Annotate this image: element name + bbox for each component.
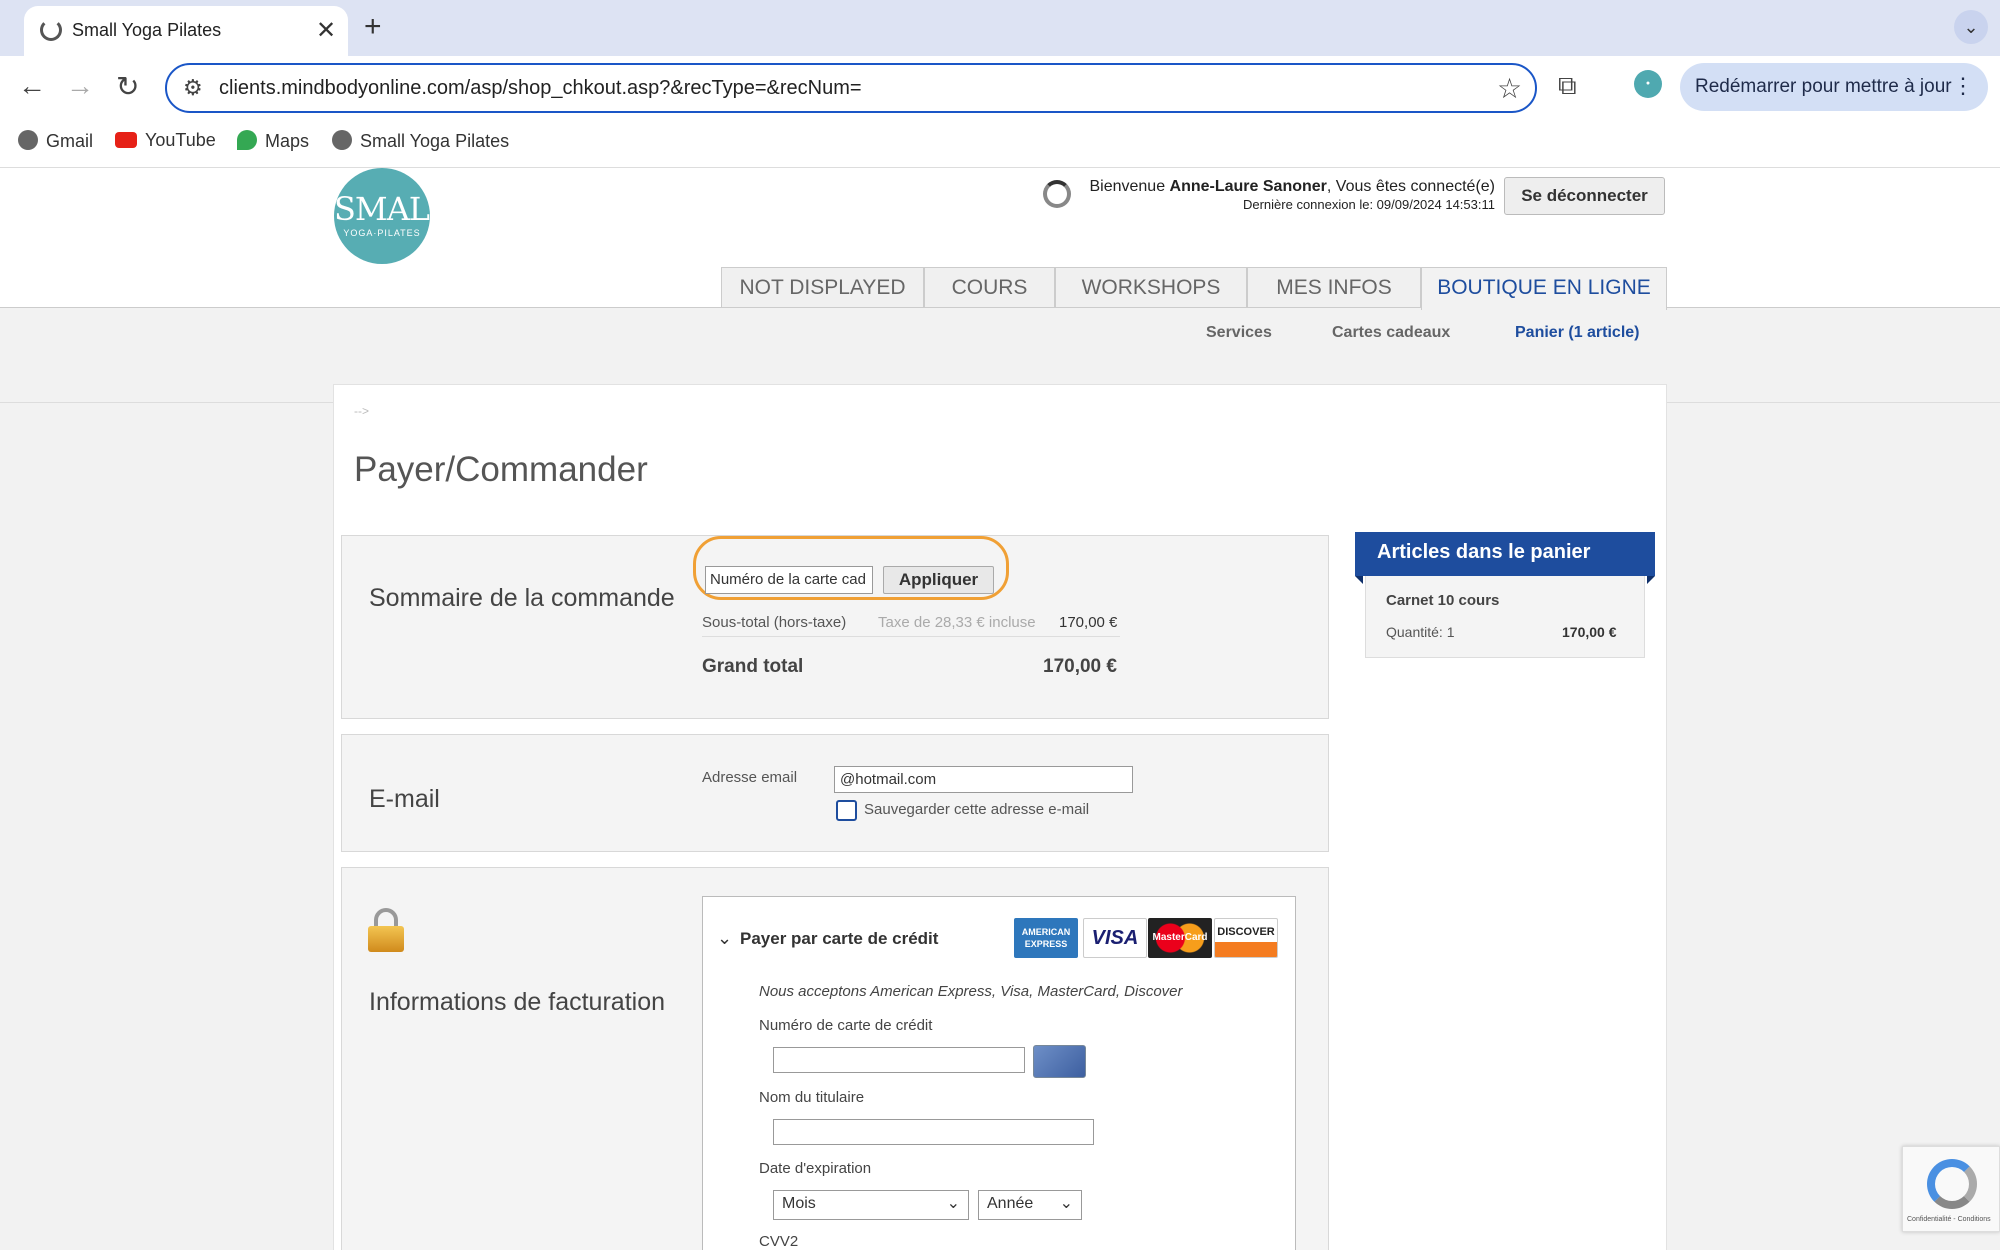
profile-avatar[interactable]: ●	[1634, 70, 1662, 98]
sublink-gift-cards[interactable]: Cartes cadeaux	[1332, 324, 1450, 342]
tab-title: Small Yoga Pilates	[72, 20, 222, 40]
more-menu-icon[interactable]: ⋮	[1952, 73, 1974, 99]
youtube-icon	[115, 132, 137, 148]
tab-mes-infos[interactable]: MES INFOS	[1247, 267, 1421, 308]
welcome-message: Bienvenue Anne-Laure Sanoner, Vous êtes …	[1043, 178, 1495, 208]
tab-workshops[interactable]: WORKSHOPS	[1055, 267, 1247, 308]
back-arrow-icon[interactable]: ←	[18, 70, 46, 102]
cart-item-name: Carnet 10 cours	[1386, 592, 1500, 609]
page-title: Payer/Commander	[354, 450, 648, 489]
site-logo[interactable]: SMALL YOGA·PILATES	[334, 168, 450, 264]
grand-total-label: Grand total	[702, 656, 804, 677]
recaptcha-badge[interactable]: Confidentialité - Conditions	[1902, 1146, 2000, 1232]
bookmark-youtube[interactable]: YouTube	[115, 130, 216, 151]
holder-input[interactable]	[773, 1119, 1094, 1145]
mastercard-logo: MasterCard	[1148, 918, 1212, 958]
chevron-down-icon: ⌄	[946, 1195, 960, 1212]
card-number-label: Numéro de carte de crédit	[759, 1017, 933, 1034]
recaptcha-icon	[1927, 1159, 1977, 1209]
email-heading: E-mail	[369, 785, 440, 813]
browser-tab[interactable]: Small Yoga Pilates ✕	[24, 6, 348, 56]
expiry-year-select[interactable]: Année ⌄	[978, 1190, 1082, 1220]
email-label: Adresse email	[702, 769, 798, 786]
chevron-down-icon[interactable]: ⌄	[717, 928, 732, 949]
chevron-down-icon: ⌄	[1059, 1195, 1073, 1212]
url-text: clients.mindbodyonline.com/asp/shop_chko…	[219, 77, 862, 99]
ribbon-fold-right	[1647, 576, 1655, 584]
bookmark-gmail[interactable]: Gmail	[18, 130, 93, 152]
address-bar[interactable]: ⚙ clients.mindbodyonline.com/asp/shop_ch…	[165, 63, 1537, 113]
bookmark-star-icon[interactable]: ☆	[1497, 72, 1522, 105]
loading-spinner-icon	[40, 19, 62, 41]
save-email-checkbox[interactable]	[836, 800, 857, 821]
expiry-label: Date d'expiration	[759, 1160, 872, 1177]
cvv-label: CVV2	[759, 1233, 799, 1250]
gift-card-input[interactable]: Numéro de la carte cad	[705, 566, 873, 594]
summary-divider	[702, 636, 1120, 637]
sublink-services[interactable]: Services	[1206, 324, 1272, 342]
pay-by-card-label[interactable]: Payer par carte de crédit	[740, 929, 938, 949]
email-input[interactable]: @hotmail.com	[834, 766, 1133, 793]
padlock-icon	[368, 908, 404, 952]
cart-item-price: 170,00 €	[1562, 624, 1617, 640]
restart-label: Redémarrer pour mettre à jour	[1695, 76, 1952, 97]
globe-icon	[332, 130, 352, 150]
reload-icon[interactable]: ↻	[116, 70, 139, 103]
discover-logo: DISCOVER	[1214, 918, 1278, 958]
holder-label: Nom du titulaire	[759, 1089, 865, 1106]
breadcrumb: -->	[354, 404, 369, 418]
amex-logo: AMERICAN EXPRESS	[1014, 918, 1078, 958]
globe-icon	[18, 130, 38, 150]
cart-item-quantity: Quantité: 1	[1386, 624, 1455, 640]
bookmark-maps[interactable]: Maps	[237, 130, 309, 152]
user-name: Anne-Laure Sanoner	[1169, 178, 1327, 195]
visa-logo: VISA	[1083, 918, 1147, 958]
logout-button[interactable]: Se déconnecter	[1504, 177, 1665, 215]
tab-boutique[interactable]: BOUTIQUE EN LIGNE	[1421, 267, 1667, 310]
tab-not-displayed[interactable]: NOT DISPLAYED	[721, 267, 924, 308]
cart-heading: Articles dans le panier	[1355, 532, 1655, 576]
expiry-month-select[interactable]: Mois ⌄	[773, 1190, 969, 1220]
email-panel	[341, 734, 1329, 852]
forward-arrow-icon[interactable]: →	[66, 70, 94, 102]
extensions-icon[interactable]: ⧉	[1558, 70, 1577, 102]
restart-update-button[interactable]: Redémarrer pour mettre à jour ⋮	[1680, 63, 1988, 111]
grand-total-value: 170,00 €	[1043, 656, 1117, 677]
close-tab-icon[interactable]: ✕	[316, 16, 336, 45]
tax-note: Taxe de 28,33 € incluse	[878, 614, 1036, 631]
card-illustration-icon	[1033, 1045, 1086, 1078]
accepted-cards-note: Nous acceptons American Express, Visa, M…	[759, 983, 1183, 1000]
map-pin-icon	[237, 130, 257, 150]
last-login: Dernière connexion le: 09/09/2024 14:53:…	[1242, 197, 1495, 212]
sublink-cart[interactable]: Panier (1 article)	[1515, 324, 1640, 342]
card-number-input[interactable]	[773, 1047, 1025, 1073]
bookmark-small-yoga[interactable]: Small Yoga Pilates	[332, 130, 509, 152]
subtotal-label: Sous-total (hors-taxe)	[702, 614, 847, 631]
site-info-icon[interactable]: ⚙	[183, 75, 203, 101]
apply-button[interactable]: Appliquer	[883, 566, 994, 594]
new-tab-icon[interactable]: +	[364, 10, 382, 44]
recaptcha-footer[interactable]: Confidentialité - Conditions	[1907, 1216, 1991, 1223]
tab-cours[interactable]: COURS	[924, 267, 1055, 308]
billing-heading: Informations de facturation	[369, 988, 665, 1016]
subtotal-value: 170,00 €	[1059, 614, 1118, 631]
ribbon-fold-left	[1355, 576, 1363, 584]
save-email-label: Sauvegarder cette adresse e-mail	[864, 801, 1090, 818]
order-summary-heading: Sommaire de la commande	[369, 584, 675, 612]
tab-search-icon[interactable]: ⌄	[1954, 10, 1988, 44]
